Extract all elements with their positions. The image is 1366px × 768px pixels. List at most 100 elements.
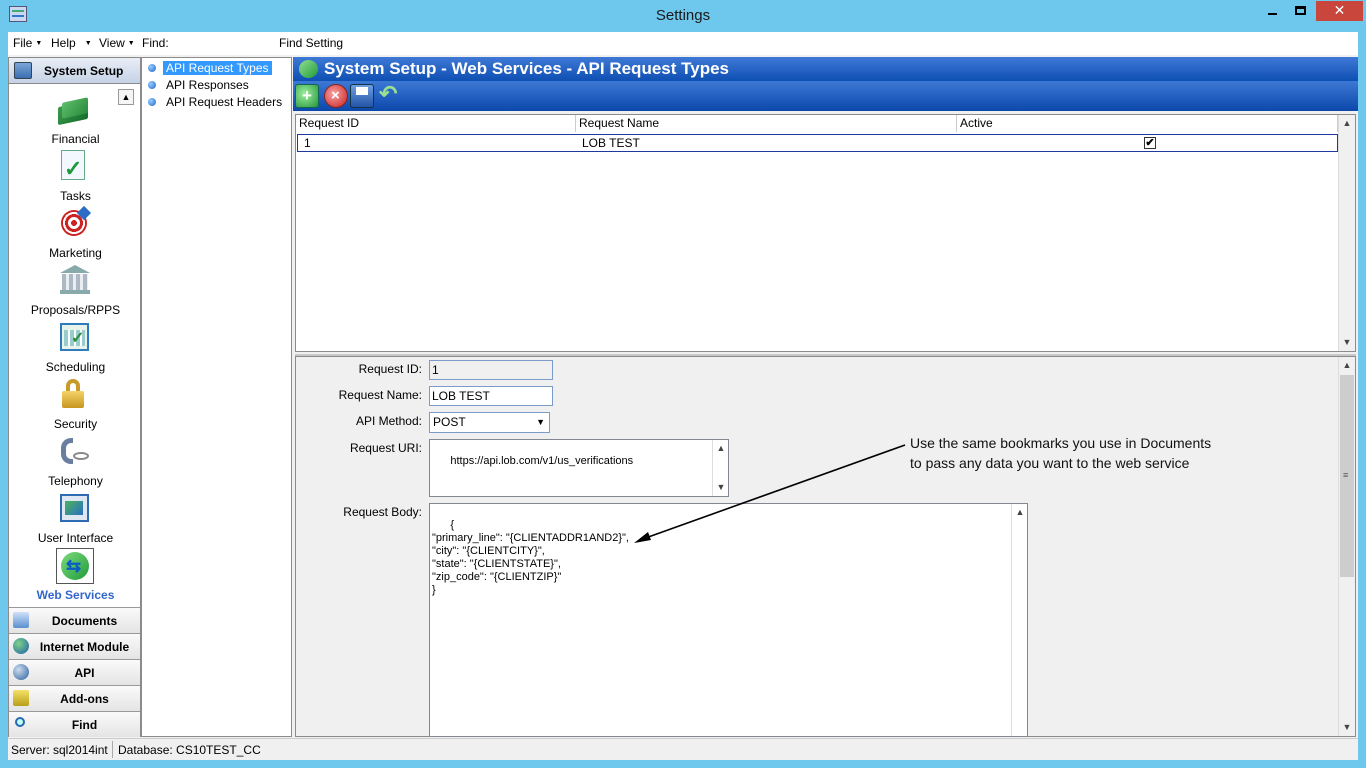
request-body-value: { "primary_line": "{CLIENTADDR1AND2}", "… — [432, 519, 629, 596]
close-button[interactable]: ✕ — [1316, 1, 1363, 21]
column-header-active[interactable]: Active — [957, 115, 1338, 132]
scroll-up-arrow[interactable]: ▲ — [1339, 357, 1355, 374]
annotation-text: Use the same bookmarks you use in Docume… — [910, 433, 1240, 473]
tree-item-label: API Request Headers — [166, 95, 283, 109]
active-checkbox[interactable]: ✔ — [1144, 137, 1156, 149]
sidebar-item-financial[interactable]: Financial — [9, 132, 142, 146]
sidebar-item-web-services[interactable]: Web Services — [9, 588, 142, 602]
api-method-label: API Method: — [355, 414, 422, 428]
add-button[interactable]: + — [295, 84, 319, 108]
nav-panel: System Setup ▲ Financial ✓ Tasks Marketi… — [8, 57, 141, 737]
window-title: Settings — [655, 7, 711, 24]
request-id-field[interactable]: 1 — [429, 360, 553, 380]
menu-help-label: Help — [51, 36, 76, 50]
api-method-value: POST — [433, 415, 466, 429]
tree-item-label: API Responses — [166, 78, 249, 92]
chevron-down-icon: ▼ — [84, 40, 92, 47]
request-body-label: Request Body: — [343, 505, 422, 519]
system-setup-header[interactable]: System Setup — [9, 58, 140, 84]
scroll-thumb[interactable]: ≡ — [1340, 375, 1354, 577]
sidebar-item-marketing[interactable]: Marketing — [9, 246, 142, 260]
tree-panel: API Request Types API Responses API Requ… — [141, 57, 292, 737]
detail-scrollbar[interactable]: ▲ ≡ ▼ — [1338, 357, 1355, 736]
x-icon: × — [331, 87, 340, 104]
arrows-icon: ⇆ — [66, 556, 82, 576]
bullet-icon — [148, 64, 156, 72]
category-api-label: API — [74, 666, 95, 680]
checklist-icon[interactable]: ✓ — [59, 150, 91, 181]
undo-button[interactable]: ↶ — [378, 81, 402, 108]
page-title: System Setup - Web Services - API Reques… — [324, 59, 729, 78]
system-setup-label: System Setup — [44, 64, 124, 78]
sidebar-item-security[interactable]: Security — [9, 417, 142, 431]
sidebar-item-user-interface[interactable]: User Interface — [9, 531, 142, 545]
nav-scroll-up-button[interactable]: ▲ — [118, 89, 134, 105]
category-api[interactable]: API — [9, 659, 140, 685]
title-bar: Settings ✕ — [0, 0, 1366, 32]
target-icon[interactable] — [59, 205, 92, 238]
column-header-request-name[interactable]: Request Name — [576, 115, 957, 132]
find-setting-button[interactable]: Find Setting — [279, 36, 343, 50]
calendar-icon[interactable]: ✓ — [59, 322, 91, 352]
cell-request-id: 1 — [304, 136, 311, 150]
request-uri-label: Request URI: — [349, 441, 422, 455]
status-bar: Server: sql2014int Database: CS10TEST_CC — [8, 738, 1358, 760]
annotation-line-1: Use the same bookmarks you use in Docume… — [910, 435, 1212, 451]
find-label: Find: — [142, 36, 169, 50]
request-id-label: Request ID: — [358, 362, 422, 376]
chevron-down-icon: ▼ — [536, 417, 545, 427]
category-internet-module[interactable]: Internet Module — [9, 633, 140, 659]
web-services-selected[interactable]: ⇆ — [56, 548, 94, 584]
category-addons-label: Add-ons — [60, 692, 109, 706]
category-find[interactable]: Find — [9, 711, 140, 737]
status-database: Database: CS10TEST_CC — [118, 743, 261, 757]
tree-item-api-request-headers[interactable]: API Request Headers — [148, 95, 285, 110]
scroll-down-arrow[interactable]: ▼ — [1339, 334, 1355, 351]
system-setup-icon — [14, 62, 32, 79]
minimize-button[interactable] — [1259, 1, 1286, 21]
annotation-line-2: to pass any data you want to the web ser… — [910, 455, 1190, 471]
scroll-down-arrow[interactable]: ▼ — [1339, 719, 1355, 736]
sidebar-item-scheduling[interactable]: Scheduling — [9, 360, 142, 374]
tree-item-api-responses[interactable]: API Responses — [148, 78, 252, 93]
body-scrollbar[interactable]: ▲ — [1011, 504, 1027, 736]
menu-view-label: View — [99, 36, 125, 50]
page-header: System Setup - Web Services - API Reques… — [293, 57, 1358, 81]
chevron-down-icon: ▼ — [127, 40, 135, 47]
menu-help[interactable]: Help ▼ — [51, 36, 92, 50]
category-documents[interactable]: Documents — [9, 607, 140, 633]
maximize-button[interactable] — [1287, 1, 1314, 21]
request-name-field[interactable]: LOB TEST — [429, 386, 553, 406]
request-types-grid: Request ID Request Name Active 1 LOB TES… — [295, 114, 1356, 352]
table-row[interactable]: 1 LOB TEST ✔ — [297, 134, 1338, 152]
toolbar: + × ↶ — [293, 81, 1358, 111]
sidebar-item-tasks[interactable]: Tasks — [9, 189, 142, 203]
delete-button[interactable]: × — [324, 84, 348, 108]
bank-icon[interactable] — [59, 265, 91, 295]
ui-icon[interactable] — [59, 493, 91, 523]
tree-item-api-request-types[interactable]: API Request Types — [148, 61, 272, 76]
menu-bar: File ▼ Help ▼ View ▼ Find: Find Setting — [8, 32, 1358, 55]
phone-icon[interactable] — [59, 436, 91, 466]
menu-view[interactable]: View ▼ — [99, 36, 135, 50]
menu-file[interactable]: File ▼ — [13, 36, 42, 50]
chevron-down-icon: ▼ — [35, 40, 43, 47]
sidebar-item-proposals[interactable]: Proposals/RPPS — [9, 303, 142, 317]
category-add-ons[interactable]: Add-ons — [9, 685, 140, 711]
tree-item-label: API Request Types — [163, 61, 272, 75]
grid-scrollbar[interactable]: ▲ ▼ — [1338, 115, 1355, 351]
bullet-icon — [148, 98, 156, 106]
lock-icon[interactable] — [59, 379, 91, 409]
sidebar-item-telephony[interactable]: Telephony — [9, 474, 142, 488]
money-icon[interactable] — [58, 97, 90, 128]
cell-request-name: LOB TEST — [582, 136, 640, 150]
scroll-up-arrow[interactable]: ▲ — [1012, 504, 1028, 521]
scroll-up-arrow[interactable]: ▲ — [1339, 115, 1355, 132]
api-method-select[interactable]: POST ▼ — [429, 412, 550, 433]
web-services-icon — [299, 60, 318, 78]
save-button[interactable] — [350, 84, 374, 108]
plus-icon: + — [302, 86, 312, 105]
column-header-request-id[interactable]: Request ID — [296, 115, 576, 132]
category-find-label: Find — [71, 718, 98, 732]
find-input[interactable] — [178, 33, 280, 54]
